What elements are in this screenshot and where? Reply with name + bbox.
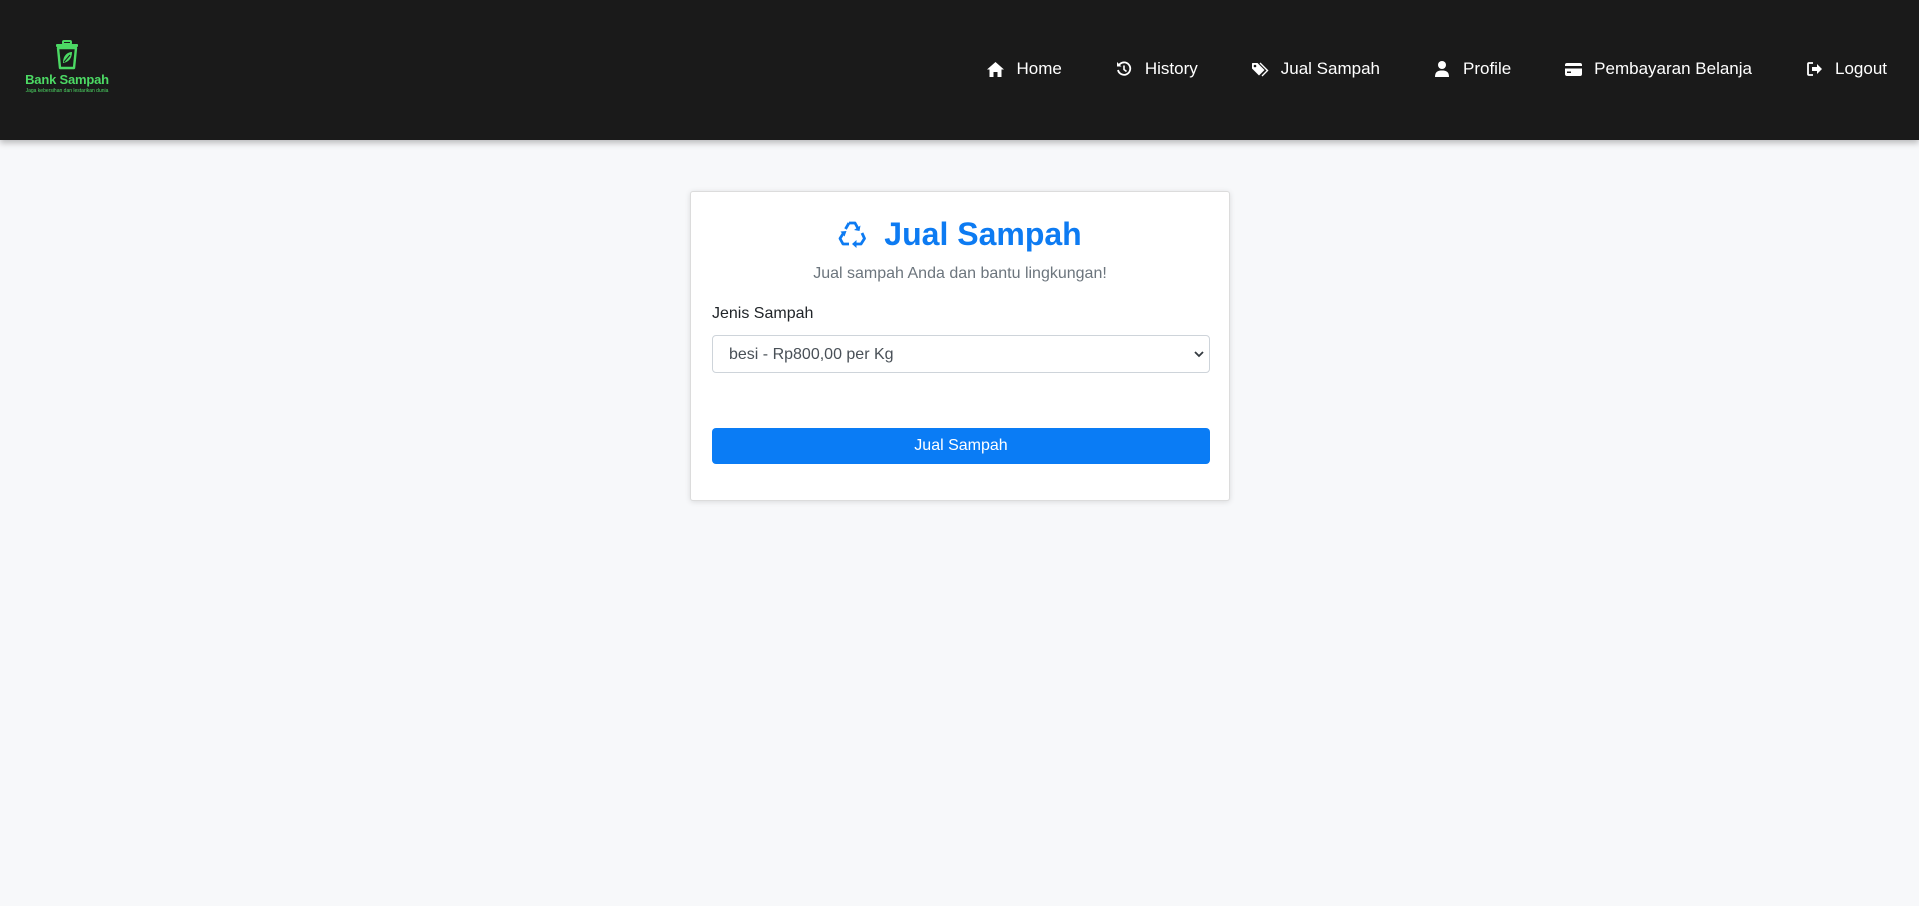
history-icon (1116, 61, 1133, 78)
page-subtitle: Jual sampah Anda dan bantu lingkungan! (813, 265, 1107, 282)
trash-leaf-icon (56, 40, 78, 70)
credit-card-icon (1565, 61, 1583, 78)
nav-item-label: History (1144, 59, 1198, 78)
nav-item-jual-sampah[interactable]: Jual Sampah (1251, 59, 1380, 79)
nav-item-label: Pembayaran Belanja (1594, 59, 1752, 78)
chevron-down-icon (1194, 351, 1204, 358)
nav-item-label: Home (1016, 59, 1062, 78)
nav-item-label: Logout (1835, 59, 1887, 78)
home-icon (987, 61, 1005, 78)
jual-sampah-button[interactable]: Jual Sampah (712, 428, 1210, 464)
recycle-icon (838, 220, 867, 248)
jual-sampah-card: Jual Sampah Jual sampah Anda dan bantu l… (690, 191, 1230, 501)
page-title: Jual Sampah (691, 214, 1229, 254)
brand-logo[interactable]: Bank Sampah Jaga kebersihan dan lestarik… (22, 40, 112, 100)
logout-icon (1806, 61, 1823, 78)
brand-tagline: Jaga kebersihan dan lestarikan dunia (25, 88, 109, 94)
top-navbar: Bank Sampah Jaga kebersihan dan lestarik… (0, 0, 1919, 140)
jenis-sampah-select[interactable]: besi - Rp800,00 per Kg (712, 335, 1210, 373)
select-value: besi - Rp800,00 per Kg (729, 346, 894, 363)
nav-menu: Home History Jual Sampah Profile Pembaya… (987, 57, 1887, 81)
nav-item-home[interactable]: Home (987, 59, 1062, 79)
nav-item-profile[interactable]: Profile (1434, 59, 1511, 79)
tags-icon (1251, 61, 1269, 78)
page-title-text: Jual Sampah (884, 215, 1082, 252)
nav-item-history[interactable]: History (1116, 59, 1198, 79)
nav-item-pembayaran-belanja[interactable]: Pembayaran Belanja (1565, 59, 1752, 79)
jenis-sampah-label: Jenis Sampah (712, 305, 814, 322)
user-icon (1434, 61, 1451, 78)
nav-item-logout[interactable]: Logout (1806, 59, 1887, 79)
nav-item-label: Jual Sampah (1280, 59, 1380, 78)
nav-item-label: Profile (1462, 59, 1512, 78)
brand-name: Bank Sampah (25, 72, 109, 87)
